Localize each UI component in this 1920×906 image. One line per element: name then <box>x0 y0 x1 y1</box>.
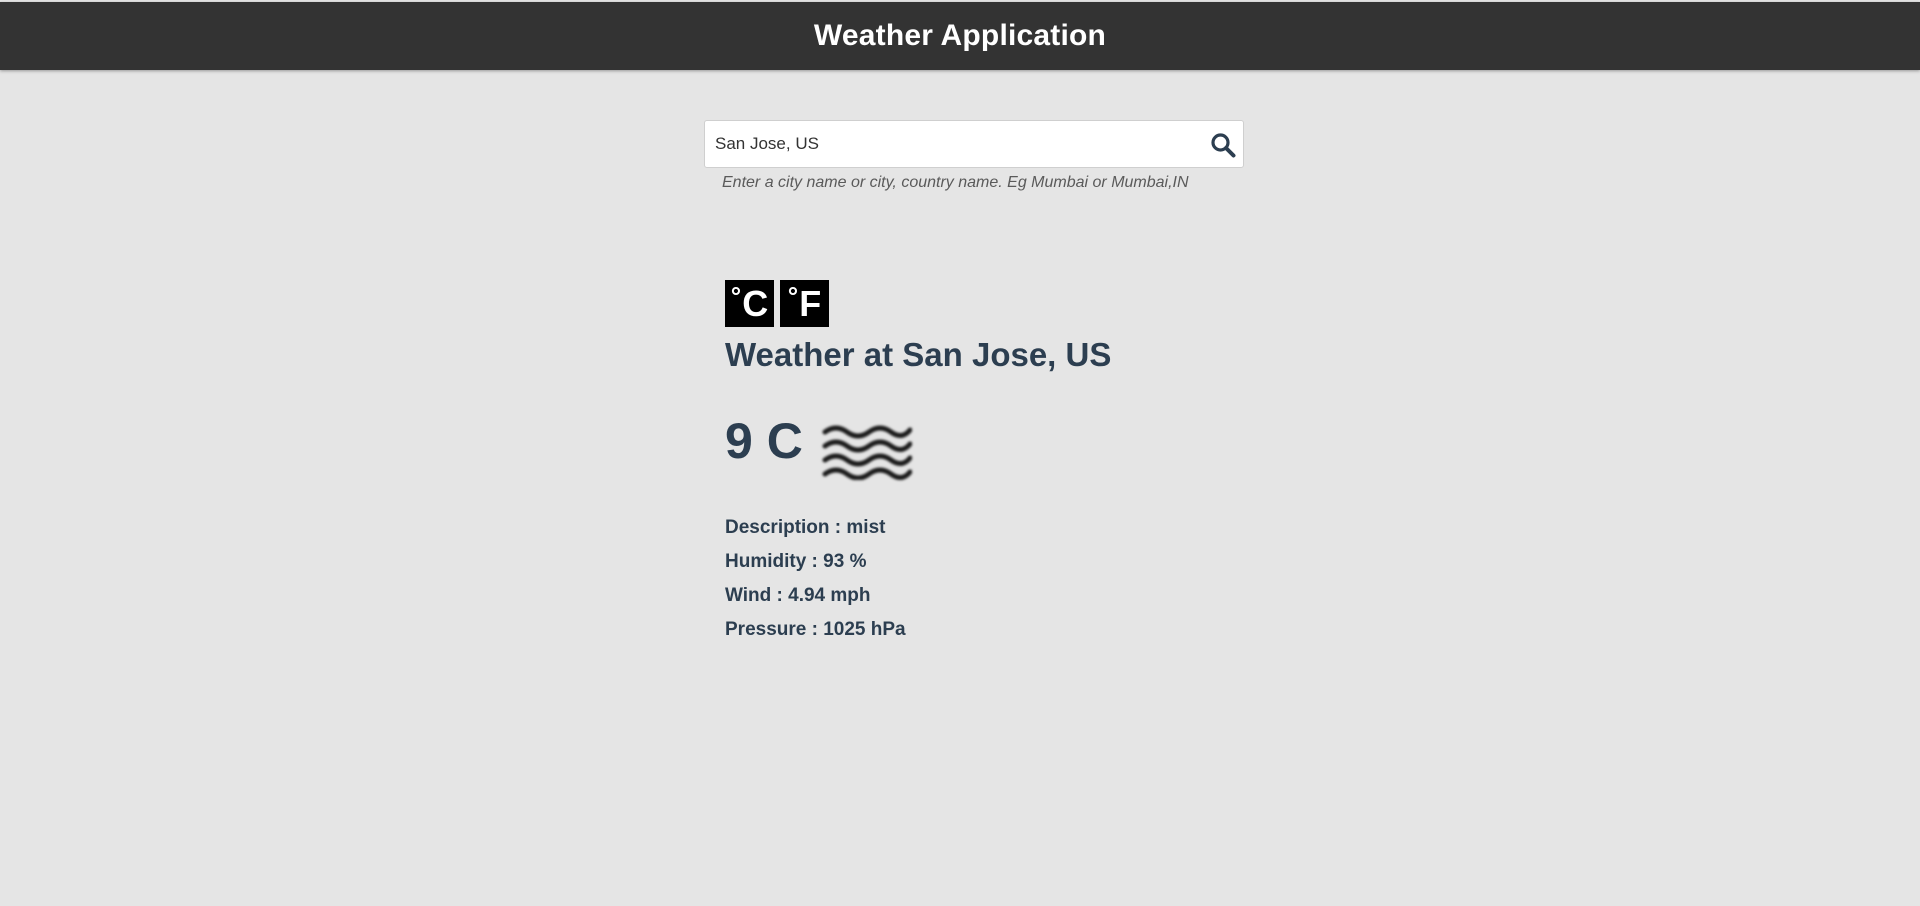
search-hint: Enter a city name or city, country name.… <box>722 174 1189 191</box>
detail-humidity: Humidity : 93 % <box>725 551 867 572</box>
mist-icon <box>822 425 912 480</box>
weather-location-title: Weather at San Jose, US <box>725 336 1112 373</box>
search-button[interactable] <box>1207 129 1239 161</box>
search-icon <box>1211 133 1236 158</box>
city-search-input[interactable] <box>715 121 1195 167</box>
detail-description: Description : mist <box>725 517 886 538</box>
degree-symbol: ° <box>787 280 799 311</box>
detail-pressure: Pressure : 1025 hPa <box>725 619 906 640</box>
fahrenheit-label: F <box>799 282 822 324</box>
search-box <box>704 120 1244 168</box>
celsius-button[interactable]: ° C <box>725 280 774 327</box>
temperature-value: 9 C <box>725 413 803 469</box>
weather-details: Description : mist Humidity : 93 % Wind … <box>725 516 906 652</box>
app-title: Weather Application <box>813 19 1107 52</box>
celsius-label: C <box>742 282 769 324</box>
fahrenheit-button[interactable]: ° F <box>780 280 829 327</box>
degree-symbol: ° <box>730 280 742 311</box>
detail-wind: Wind : 4.94 mph <box>725 585 871 606</box>
app-header: Weather Application <box>0 2 1920 70</box>
